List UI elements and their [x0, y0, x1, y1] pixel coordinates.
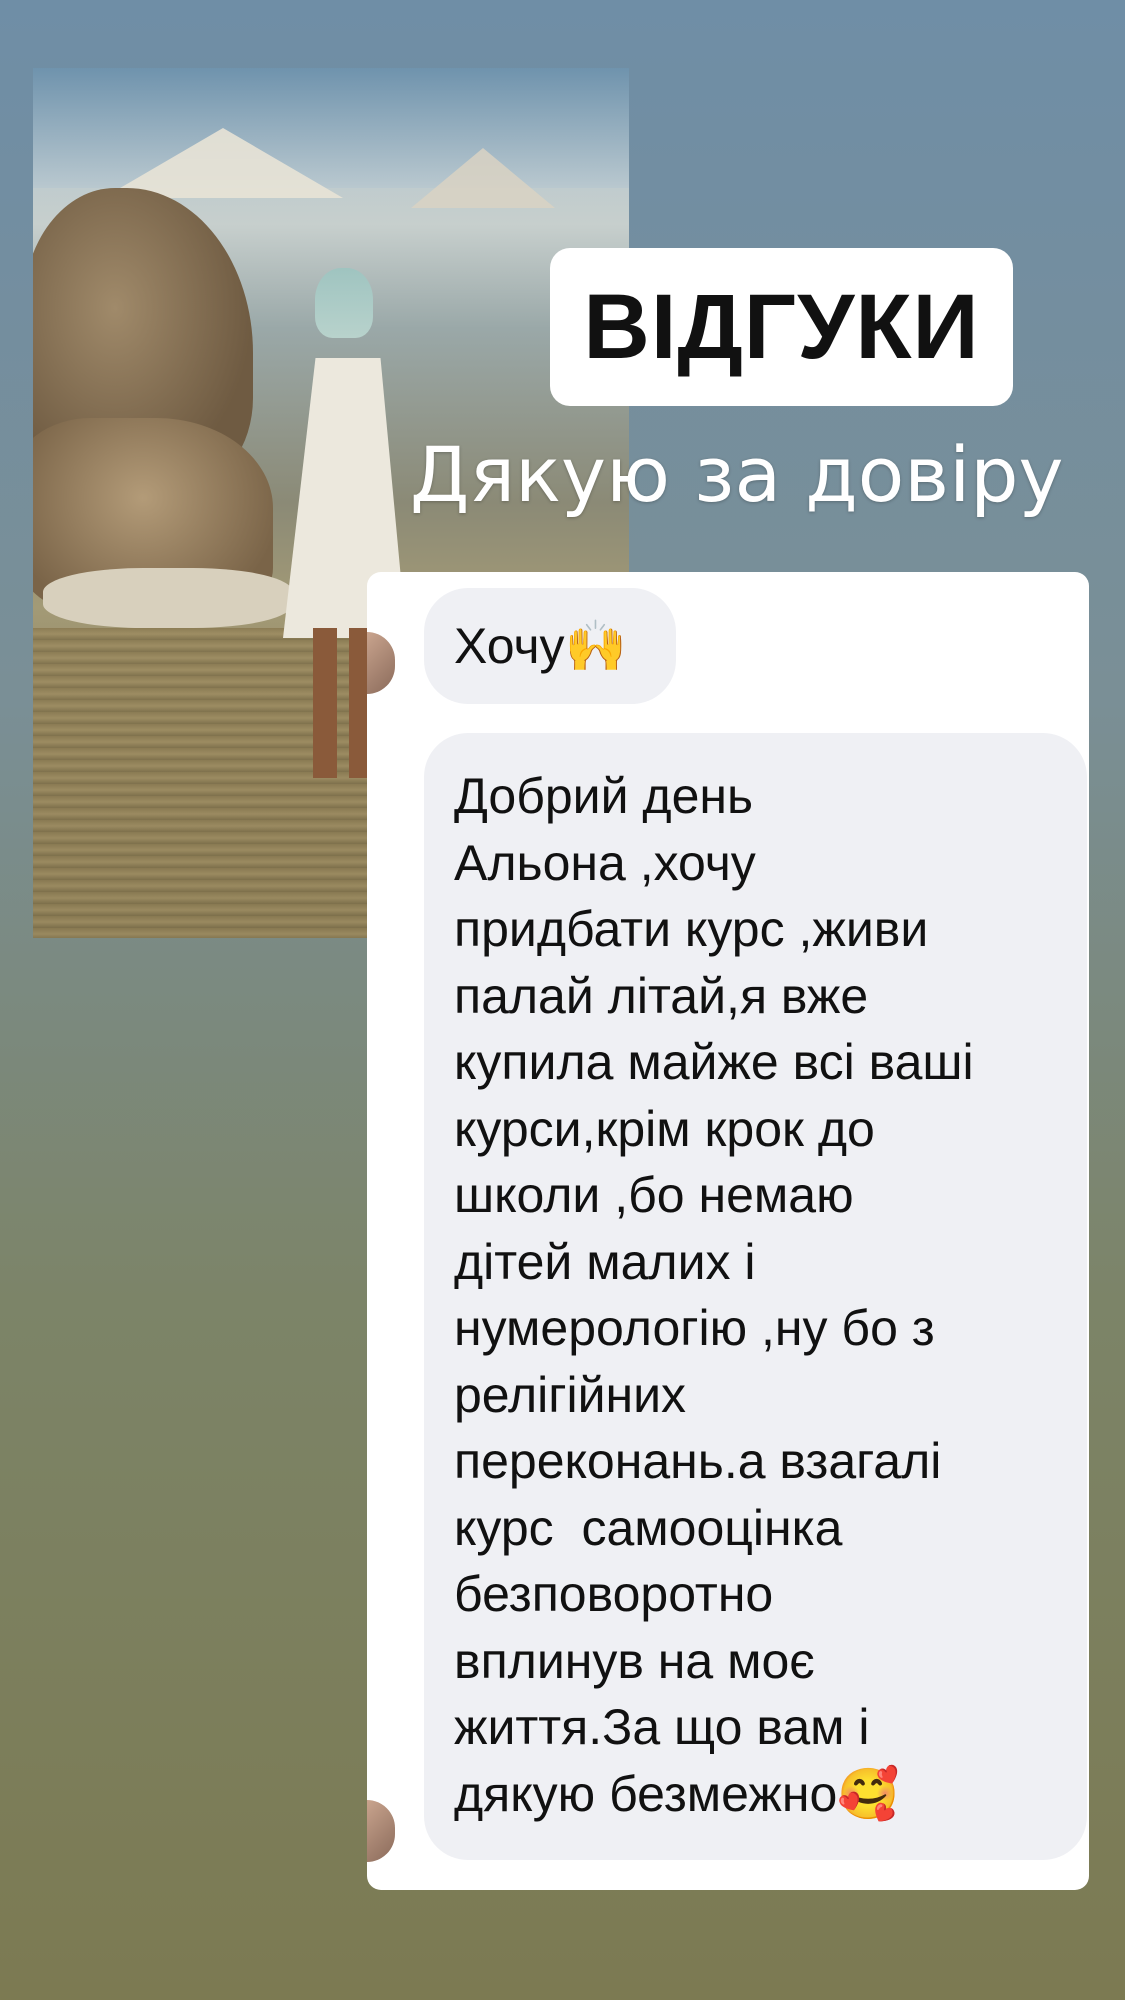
sender-avatar	[367, 632, 395, 694]
page-subtitle: Дякую за довіру	[410, 430, 1064, 519]
message-text: Добрий день Альона ,хочу придбати курс ,…	[454, 768, 974, 1822]
title-badge: ВІДГУКИ	[550, 248, 1013, 406]
message-text: Хочу	[454, 618, 565, 674]
message-bubble: Добрий день Альона ,хочу придбати курс ,…	[424, 733, 1087, 1860]
page-title: ВІДГУКИ	[583, 275, 980, 378]
photo-person-head	[315, 268, 373, 338]
photo-person-legs	[313, 628, 373, 778]
photo-sky	[33, 68, 629, 188]
chat-screenshot: Хочу 🙌 Добрий день Альона ,хочу придбати …	[367, 572, 1089, 1890]
message-bubble: Хочу 🙌	[424, 588, 676, 704]
sender-avatar	[367, 1800, 395, 1862]
smiling-face-hearts-emoji-icon: 🥰	[837, 1764, 900, 1823]
raising-hands-emoji-icon: 🙌	[564, 616, 627, 675]
photo-rock	[43, 568, 293, 628]
